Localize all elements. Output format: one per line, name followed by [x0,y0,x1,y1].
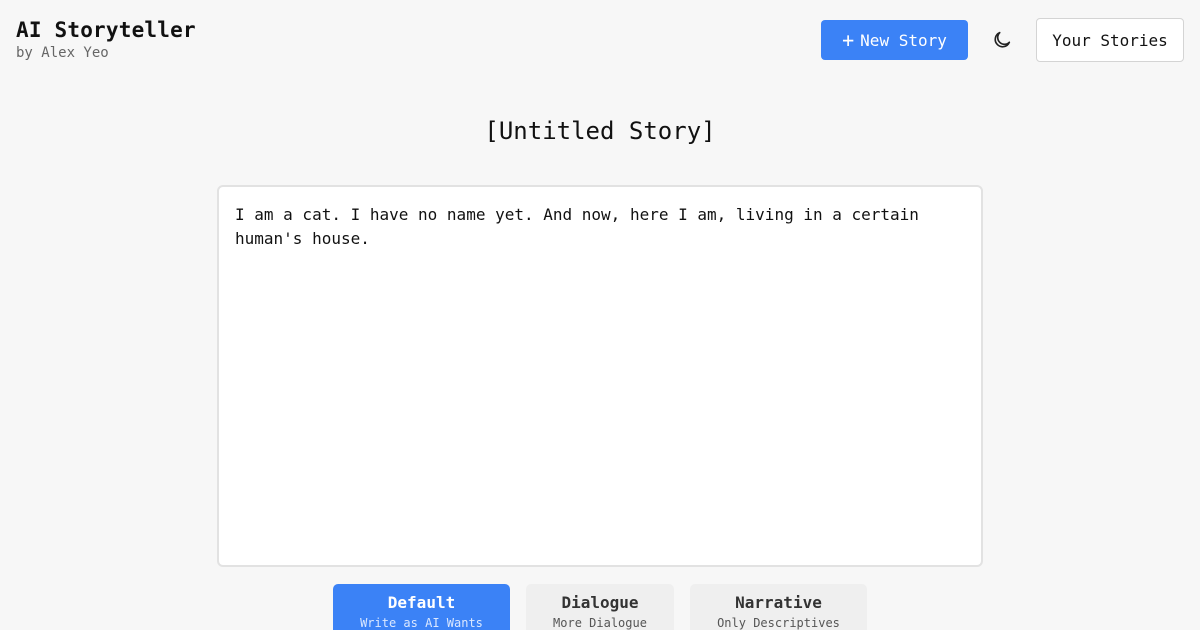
story-title[interactable]: [Untitled Story] [0,114,1200,148]
your-stories-button[interactable]: Your Stories [1036,18,1184,62]
mode-label: Default [387,593,456,612]
mode-description: Write as AI Wants [360,616,483,630]
theme-toggle-button[interactable] [986,24,1018,56]
mode-label: Narrative [735,593,822,612]
mode-dialogue-button[interactable]: Dialogue More Dialogue [526,584,674,630]
mode-default-button[interactable]: Default Write as AI Wants [333,584,510,630]
brand: AI Storyteller by Alex Yeo [16,17,196,63]
mode-narrative-button[interactable]: Narrative Only Descriptives [690,584,867,630]
plus-icon: + [842,28,855,52]
app-root: AI Storyteller by Alex Yeo + New Story Y… [0,0,1200,630]
mode-description: Only Descriptives [717,616,840,630]
story-editor[interactable]: I am a cat. I have no name yet. And now,… [217,185,983,567]
mode-description: More Dialogue [553,616,647,630]
new-story-label: New Story [860,30,947,50]
mode-selector: Default Write as AI Wants Dialogue More … [0,584,1200,630]
app-title: AI Storyteller [16,18,196,42]
mode-label: Dialogue [561,593,639,612]
moon-icon [994,31,1011,48]
new-story-button[interactable]: + New Story [821,20,968,60]
byline: by Alex Yeo [16,45,109,61]
